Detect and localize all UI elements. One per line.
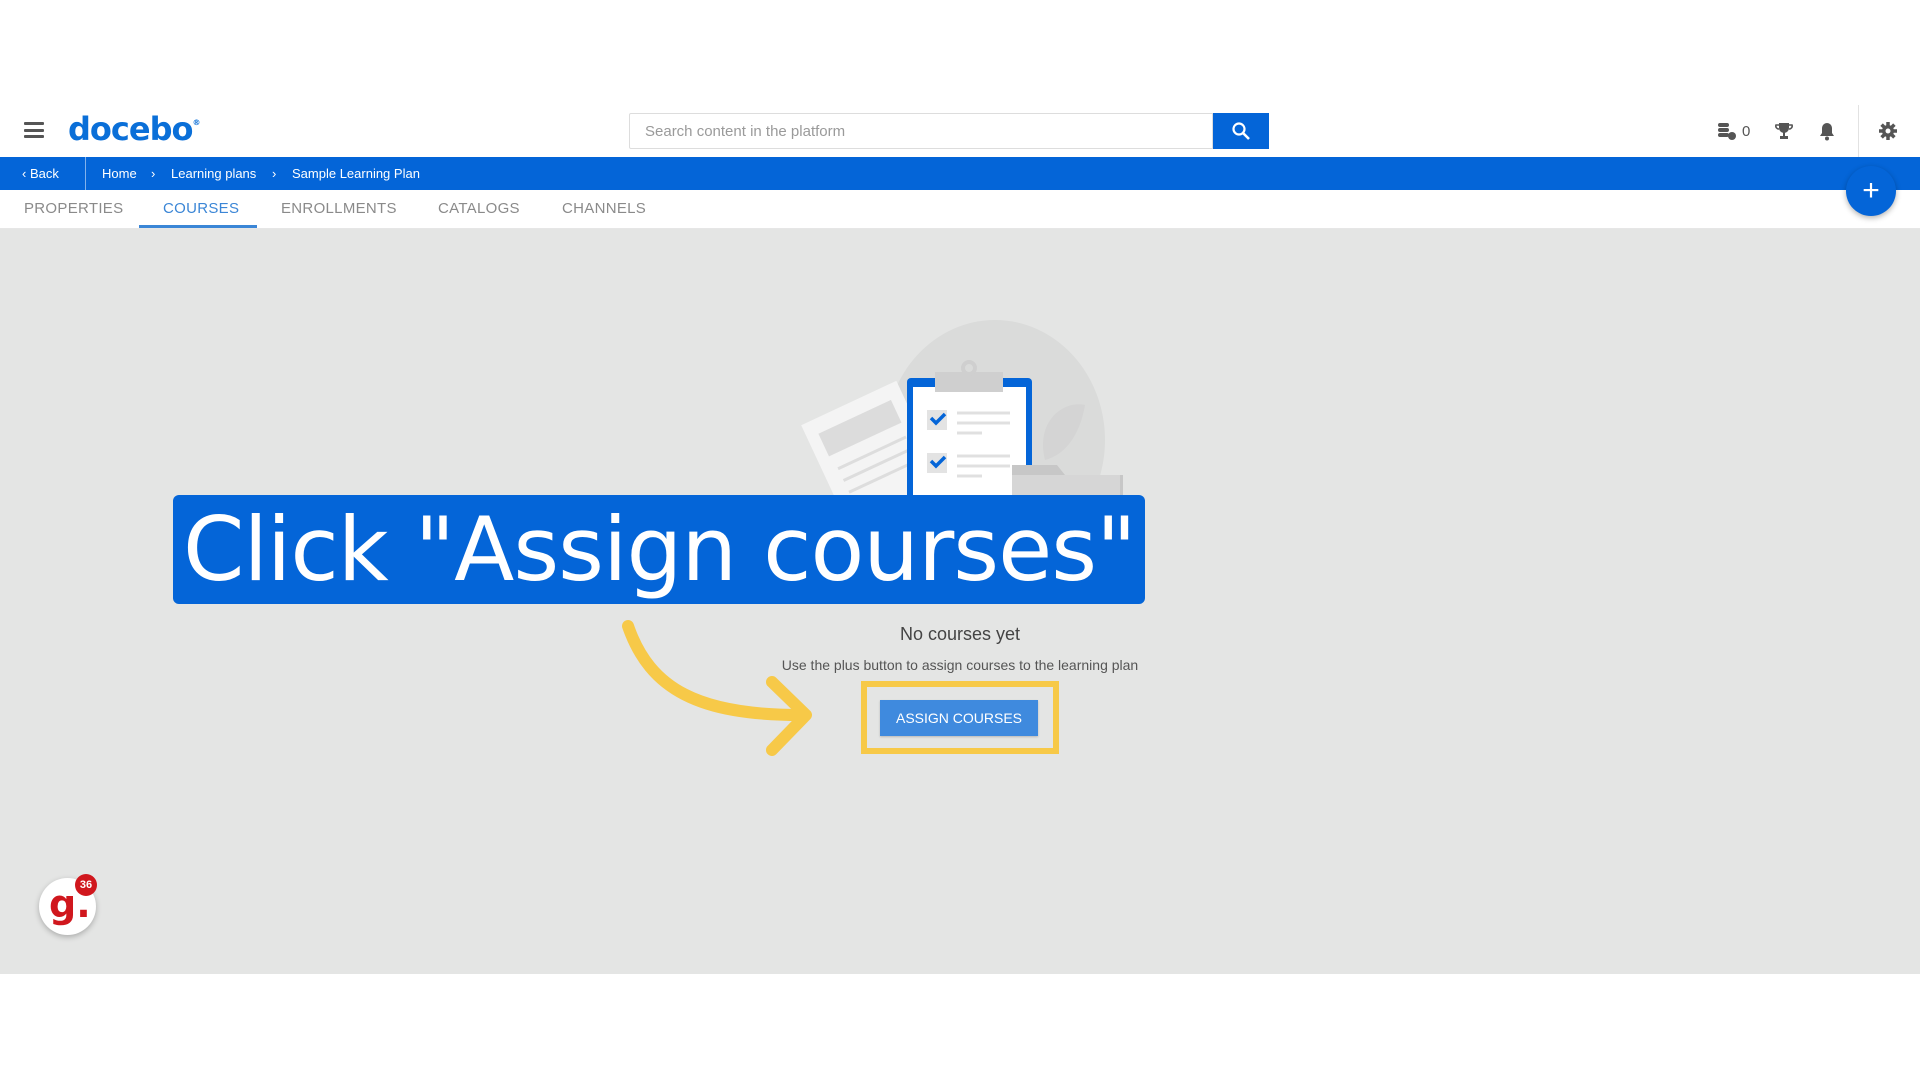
tab-catalogs[interactable]: CATALOGS	[438, 200, 520, 217]
breadcrumb-home[interactable]: Home	[102, 166, 137, 181]
tab-properties[interactable]: PROPERTIES	[24, 200, 123, 217]
gear-icon	[1879, 122, 1897, 140]
back-link[interactable]: ‹ Back	[22, 166, 59, 181]
credits-button[interactable]: 0	[1716, 120, 1750, 142]
trophy-button[interactable]	[1774, 120, 1794, 142]
trophy-icon	[1775, 123, 1793, 139]
settings-button[interactable]	[1878, 120, 1898, 142]
search-icon	[1232, 122, 1250, 140]
gamification-count-badge: 36	[75, 874, 97, 896]
active-tab-indicator	[139, 225, 257, 228]
empty-state-title: No courses yet	[899, 624, 1021, 644]
notifications-button[interactable]	[1818, 120, 1836, 142]
tab-courses[interactable]: COURSES	[163, 200, 239, 217]
search-button[interactable]	[1213, 113, 1269, 149]
credits-count: 0	[1742, 122, 1751, 140]
breadcrumb-learning-plans[interactable]: Learning plans	[171, 166, 256, 181]
bell-icon	[1820, 123, 1834, 141]
coins-icon	[1718, 123, 1736, 140]
tab-enrollments[interactable]: ENROLLMENTS	[281, 200, 397, 217]
empty-state-subtitle: Use the plus button to assign courses to…	[781, 657, 1139, 673]
empty-state-illustration	[801, 320, 1123, 500]
gamification-widget[interactable]: g. 36	[39, 874, 97, 935]
search-input[interactable]	[629, 113, 1213, 149]
tab-bar: PROPERTIES COURSES ENROLLMENTS CATALOGS …	[0, 190, 1920, 229]
breadcrumb-bar: ‹ Back Home › Learning plans › Sample Le…	[0, 157, 1920, 190]
breadcrumb-current: Sample Learning Plan	[292, 166, 420, 181]
docebo-logo[interactable]: docebo®	[68, 110, 200, 148]
assign-courses-button[interactable]: ASSIGN COURSES	[880, 700, 1038, 736]
header-divider	[1858, 105, 1859, 157]
hamburger-menu-icon[interactable]	[24, 122, 44, 138]
chevron-left-icon: ‹	[22, 166, 30, 181]
chevron-right-icon: ›	[272, 166, 277, 181]
add-button[interactable]: +	[1846, 166, 1896, 216]
back-label: Back	[29, 166, 59, 181]
chevron-right-icon: ›	[151, 166, 156, 181]
breadcrumb-divider	[85, 157, 86, 190]
tab-channels[interactable]: CHANNELS	[562, 200, 646, 217]
tutorial-callout: Click "Assign courses"	[173, 495, 1145, 604]
callout-text: Click "Assign courses"	[183, 498, 1137, 601]
logo-text: docebo	[68, 110, 193, 148]
plus-icon: +	[1862, 174, 1880, 207]
